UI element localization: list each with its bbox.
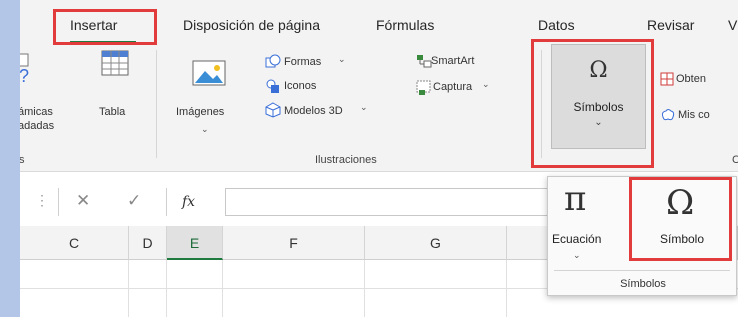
3d-models-icon[interactable] <box>265 102 281 121</box>
insert-function-icon[interactable]: fx <box>182 194 195 210</box>
dropdown-separator <box>554 270 730 271</box>
highlight-simbolo <box>629 177 732 261</box>
smartart-icon[interactable] <box>416 54 432 71</box>
icons-icon[interactable] <box>265 78 281 97</box>
get-addins-icon[interactable] <box>660 72 674 89</box>
formula-input[interactable] <box>225 188 555 216</box>
get-addins-label[interactable]: Obten <box>676 73 706 86</box>
pi-icon[interactable]: π <box>564 179 586 219</box>
col-gridline <box>364 260 365 317</box>
capture-chevron-icon[interactable]: ⌄ <box>482 79 490 90</box>
col-gridline <box>222 260 223 317</box>
my-addins-icon[interactable] <box>660 107 676 126</box>
column-header-e[interactable]: E <box>167 226 223 260</box>
highlight-simbolos <box>531 39 654 168</box>
col-gridline <box>506 260 507 317</box>
shapes-chevron-icon[interactable]: ⌄ <box>338 54 346 65</box>
cancel-icon[interactable]: ✕ <box>76 191 90 211</box>
group-separator <box>156 50 157 158</box>
column-header-c[interactable]: C <box>20 226 129 260</box>
tab-formulas[interactable]: Fórmulas <box>376 17 434 33</box>
dropdown-group-label: Símbolos <box>620 278 666 290</box>
tablas-group-label: s <box>20 154 25 166</box>
divider <box>166 188 167 216</box>
images-icon[interactable] <box>192 60 226 89</box>
my-addins-label[interactable]: Mis co <box>678 109 710 122</box>
pivot-table-icon[interactable]: ? <box>20 52 32 87</box>
equation-chevron-icon[interactable]: ⌄ <box>573 250 581 261</box>
column-header-g[interactable]: G <box>365 226 507 260</box>
tab-revisar[interactable]: Revisar <box>647 17 694 33</box>
3d-models-chevron-icon[interactable]: ⌄ <box>360 102 368 113</box>
complementos-group-label: C <box>732 154 738 166</box>
table-icon[interactable] <box>101 50 129 79</box>
name-box-handle-icon[interactable]: ⋮ <box>35 192 49 209</box>
screenshot-capture-icon[interactable] <box>416 80 432 99</box>
col-gridline <box>166 260 167 317</box>
pivot-label-line2: adadas <box>20 120 55 132</box>
excel-window: Insertar Disposición de página Fórmulas … <box>20 0 738 317</box>
capture-label[interactable]: Captura <box>433 81 472 94</box>
pivot-label-line1: ámicas <box>20 106 53 118</box>
3d-models-label[interactable]: Modelos 3D <box>284 105 343 118</box>
ilustraciones-group-label: Ilustraciones <box>315 154 377 166</box>
equation-label[interactable]: Ecuación <box>552 232 601 246</box>
tab-datos[interactable]: Datos <box>538 17 575 33</box>
enter-check-icon[interactable]: ✓ <box>127 191 141 211</box>
icons-label[interactable]: Iconos <box>284 80 316 93</box>
col-gridline <box>128 260 129 317</box>
shapes-label[interactable]: Formas <box>284 56 321 69</box>
tab-disposicion[interactable]: Disposición de página <box>183 17 320 33</box>
shapes-icon[interactable] <box>265 54 281 73</box>
screenshot: Insertar Disposición de página Fórmulas … <box>0 0 738 317</box>
svg-text:?: ? <box>20 66 29 84</box>
smartart-label[interactable]: SmartArt <box>431 55 474 68</box>
images-chevron-icon[interactable]: ⌄ <box>201 124 209 135</box>
images-label: Imágenes <box>176 106 225 118</box>
column-header-d[interactable]: D <box>129 226 167 260</box>
table-label: Tabla <box>99 106 126 118</box>
background-strip <box>0 0 20 317</box>
tab-vista[interactable]: V <box>728 17 737 33</box>
divider <box>58 188 59 216</box>
highlight-insertar <box>53 9 157 45</box>
column-header-f[interactable]: F <box>223 226 365 260</box>
